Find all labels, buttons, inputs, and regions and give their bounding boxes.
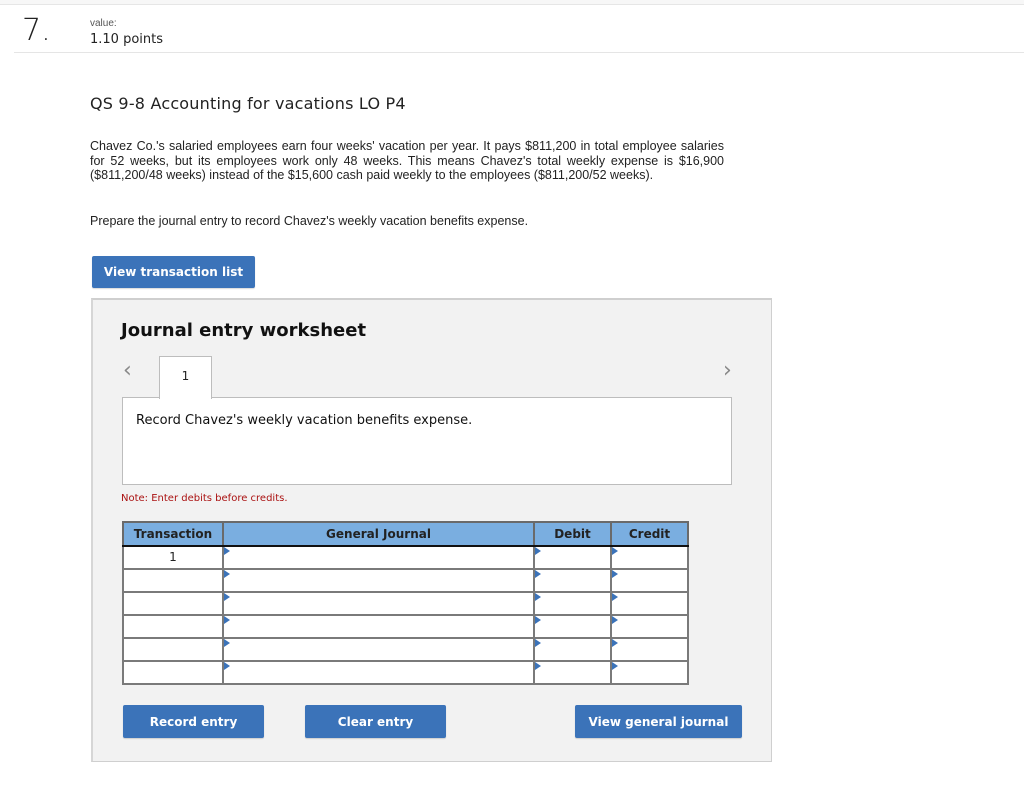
- journal-row: [122, 614, 689, 639]
- journal-row: [122, 568, 689, 593]
- credit-cell[interactable]: [610, 545, 689, 570]
- account-input[interactable]: [224, 639, 533, 660]
- journal-header-row: Transaction General Journal Debit Credit: [122, 521, 689, 547]
- col-general-journal: General Journal: [222, 521, 535, 547]
- debit-cell[interactable]: [533, 545, 612, 570]
- credit-input[interactable]: [612, 593, 687, 614]
- journal-row: [122, 637, 689, 662]
- credit-input[interactable]: [612, 570, 687, 591]
- record-entry-button[interactable]: Record entry: [123, 705, 264, 738]
- account-input[interactable]: [224, 593, 533, 614]
- account-cell[interactable]: [222, 545, 535, 570]
- journal-row: [122, 591, 689, 616]
- credit-cell[interactable]: [610, 591, 689, 616]
- debit-cell[interactable]: [533, 637, 612, 662]
- transaction-cell: [122, 660, 224, 685]
- credit-cell[interactable]: [610, 660, 689, 685]
- debit-cell[interactable]: [533, 568, 612, 593]
- question-body: Chavez Co.'s salaried employees earn fou…: [90, 139, 724, 182]
- account-cell[interactable]: [222, 614, 535, 639]
- account-input[interactable]: [224, 570, 533, 591]
- account-input[interactable]: [224, 547, 533, 568]
- journal-row: [122, 660, 689, 685]
- debit-input[interactable]: [535, 570, 610, 591]
- account-input[interactable]: [224, 616, 533, 637]
- credit-input[interactable]: [612, 639, 687, 660]
- view-transaction-list-button[interactable]: View transaction list: [92, 256, 255, 288]
- worksheet-tab-1[interactable]: 1: [159, 356, 212, 399]
- account-input[interactable]: [224, 662, 533, 683]
- transaction-description: Record Chavez's weekly vacation benefits…: [136, 413, 473, 428]
- question-title: QS 9-8 Accounting for vacations LO P4: [90, 94, 406, 113]
- account-cell[interactable]: [222, 660, 535, 685]
- view-general-journal-button[interactable]: View general journal: [575, 705, 742, 738]
- points-value: 1.10 points: [90, 32, 164, 47]
- transaction-cell: [122, 591, 224, 616]
- value-label: value:: [90, 18, 117, 29]
- entry-note: Note: Enter debits before credits.: [121, 493, 288, 504]
- col-debit: Debit: [533, 521, 612, 547]
- question-number: 7.: [22, 13, 51, 48]
- debit-cell[interactable]: [533, 614, 612, 639]
- debit-cell[interactable]: [533, 591, 612, 616]
- worksheet-title: Journal entry worksheet: [121, 320, 367, 341]
- debit-input[interactable]: [535, 616, 610, 637]
- transaction-cell: [122, 568, 224, 593]
- journal-row: 1: [122, 545, 689, 570]
- transaction-cell: [122, 637, 224, 662]
- credit-input[interactable]: [612, 662, 687, 683]
- debit-cell[interactable]: [533, 660, 612, 685]
- transaction-description-box: Record Chavez's weekly vacation benefits…: [122, 397, 732, 485]
- col-credit: Credit: [610, 521, 689, 547]
- account-cell[interactable]: [222, 568, 535, 593]
- credit-input[interactable]: [612, 616, 687, 637]
- transaction-cell: [122, 614, 224, 639]
- debit-input[interactable]: [535, 593, 610, 614]
- chevron-right-icon[interactable]: ›: [723, 358, 732, 383]
- debit-input[interactable]: [535, 662, 610, 683]
- journal-entry-worksheet: Journal entry worksheet ‹ 1 › Record Cha…: [91, 298, 772, 762]
- clear-entry-button[interactable]: Clear entry: [305, 705, 446, 738]
- account-cell[interactable]: [222, 637, 535, 662]
- journal-table: Transaction General Journal Debit Credit…: [122, 521, 689, 685]
- debit-input[interactable]: [535, 639, 610, 660]
- debit-input[interactable]: [535, 547, 610, 568]
- credit-cell[interactable]: [610, 568, 689, 593]
- account-cell[interactable]: [222, 591, 535, 616]
- transaction-cell: 1: [122, 545, 224, 570]
- question-instruction: Prepare the journal entry to record Chav…: [90, 214, 529, 228]
- chevron-left-icon[interactable]: ‹: [123, 358, 132, 383]
- credit-cell[interactable]: [610, 637, 689, 662]
- question-header: 7. value: 1.10 points: [14, 5, 1024, 53]
- credit-cell[interactable]: [610, 614, 689, 639]
- col-transaction: Transaction: [122, 521, 224, 547]
- credit-input[interactable]: [612, 547, 687, 568]
